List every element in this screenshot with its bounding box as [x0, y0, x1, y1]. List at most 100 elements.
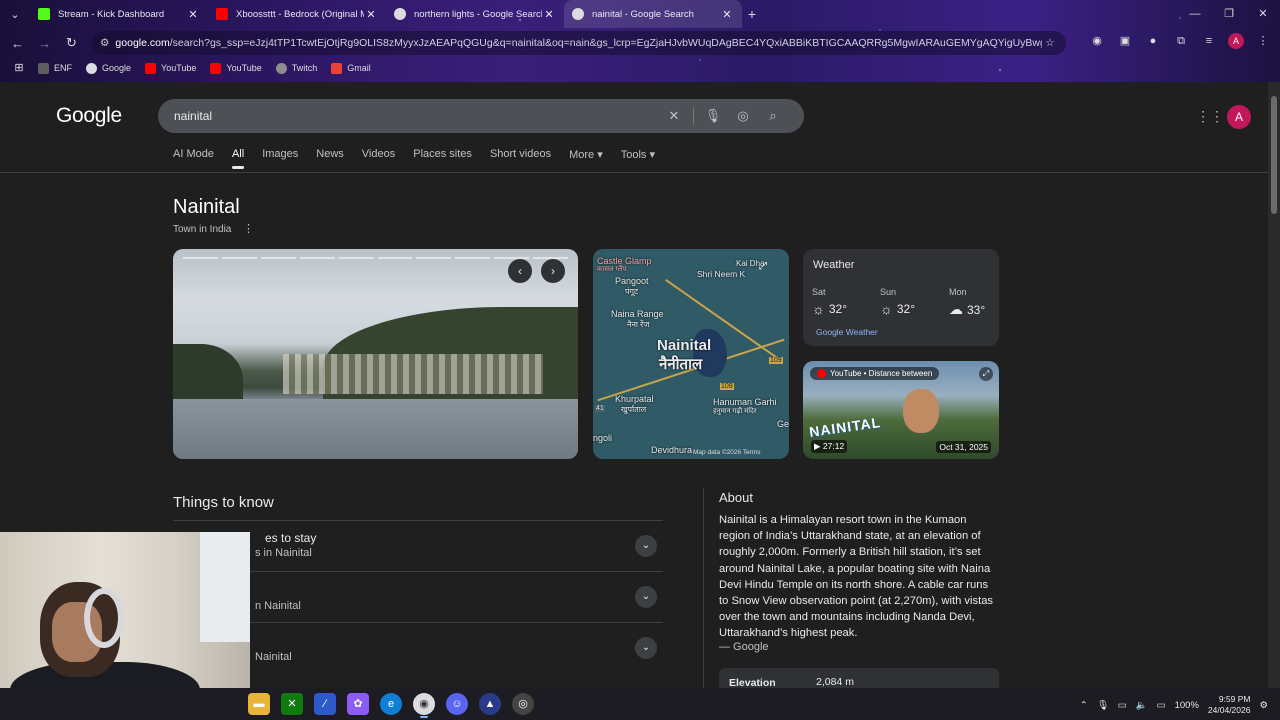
more-options-icon[interactable]: ⋮ [243, 222, 254, 235]
page-scrollbar[interactable] [1268, 82, 1280, 688]
battery-icon[interactable]: ▭ [1157, 700, 1166, 711]
chevron-up-icon[interactable]: ⌃ [1080, 700, 1088, 711]
youtube-video-card[interactable]: YouTube • Distance between ⤢ NAINITAL ▶ … [803, 361, 999, 459]
volume-icon[interactable]: 🔈 [1136, 700, 1148, 711]
maximize-icon[interactable]: ❐ [1212, 0, 1246, 28]
map-label: Khurpatal [615, 394, 654, 404]
menu-kebab-icon[interactable]: ⋮ [1254, 32, 1272, 50]
account-avatar[interactable]: A [1227, 105, 1251, 129]
road-shield: 41 [595, 405, 605, 412]
chevron-down-icon[interactable]: ⌄ [635, 535, 657, 557]
bookmark-gmail[interactable]: Gmail [331, 62, 371, 74]
clear-icon[interactable]: ✕ [659, 108, 689, 124]
edge-icon[interactable]: e [380, 693, 402, 715]
new-tab-icon[interactable]: + [742, 6, 762, 22]
chevron-down-icon[interactable]: ⌄ [635, 637, 657, 659]
filter-all[interactable]: All [231, 148, 245, 169]
filter-short-videos[interactable]: Short videos [490, 148, 551, 169]
lens-icon[interactable]: ◎ [728, 108, 758, 124]
weather-card[interactable]: Weather Sat ☼ 32° Sun ☼ 32° Mon ☁ 33° Googl… [803, 249, 999, 346]
carousel-next-button[interactable]: › [541, 259, 565, 283]
chevron-down-icon[interactable]: ⌄ [635, 586, 657, 608]
tab-search-icon[interactable]: ⌄ [0, 8, 30, 21]
minimize-icon[interactable]: — [1178, 0, 1212, 28]
weather-day: Mon ☁ 33° [949, 287, 1009, 318]
close-tab-icon[interactable]: ✕ [542, 8, 556, 21]
clock-time: 9:59 PM [1218, 694, 1251, 704]
microphone-icon[interactable]: 🎙 [698, 108, 728, 124]
road-shield: 109 [769, 357, 783, 364]
xbox-icon[interactable]: ✕ [281, 693, 303, 715]
notifications-icon[interactable]: ⚙ [1259, 700, 1268, 711]
chrome-icon[interactable]: ◉ [413, 693, 435, 718]
site-info-icon[interactable]: ⚙ [100, 37, 109, 49]
tab-youtube[interactable]: Xboossttt - Bedrock (Original M ✕ [208, 0, 386, 28]
weather-source-link[interactable]: Google Weather [816, 327, 878, 337]
filter-tools[interactable]: Tools ▾ [621, 148, 655, 169]
filter-images[interactable]: Images [262, 148, 298, 169]
search-icon[interactable]: ⌕ [758, 108, 788, 124]
clock-date: 24/04/2026 [1207, 705, 1251, 715]
forward-icon[interactable]: → [31, 36, 58, 51]
filter-more[interactable]: More ▾ [569, 148, 603, 169]
read-aloud-icon[interactable]: ◉ [1088, 32, 1106, 50]
bookmark-youtube[interactable]: YouTube [145, 62, 196, 74]
microphone-icon[interactable]: 🎙 [1097, 700, 1109, 711]
map-label: Devidhura [651, 445, 693, 455]
extension-icon[interactable]: ● [1144, 32, 1162, 50]
expand-map-icon[interactable]: ⤢ [759, 261, 773, 275]
list-item-subtitle: n Nainital [255, 600, 301, 612]
clock[interactable]: 9:59 PM 24/04/2026 [1208, 694, 1251, 716]
search-box[interactable]: nainital ✕ 🎙 ◎ ⌕ [158, 99, 804, 133]
back-icon[interactable]: ← [4, 36, 31, 51]
tab-kick-dashboard[interactable]: Stream - Kick Dashboard ✕ [30, 0, 208, 28]
map-attribution[interactable]: Map data ©2026 Terms [693, 449, 761, 456]
list-item-subtitle: s in Nainital [255, 547, 312, 559]
profile-avatar[interactable]: A [1228, 33, 1244, 49]
filter-videos[interactable]: Videos [362, 148, 395, 169]
scrollbar-thumb[interactable] [1271, 96, 1277, 214]
window-controls: — ❐ ✕ [1178, 0, 1280, 28]
filter-news[interactable]: News [316, 148, 344, 169]
carousel-prev-button[interactable]: ‹ [508, 259, 532, 283]
file-explorer-icon[interactable]: ▬ [248, 693, 270, 715]
search-input[interactable]: nainital [174, 109, 659, 123]
bookmark-google[interactable]: Google [86, 62, 131, 74]
extensions-puzzle-icon[interactable]: ⧉ [1172, 32, 1190, 50]
google-logo[interactable]: Google [56, 104, 122, 128]
app-icon[interactable]: ▲ [479, 693, 501, 715]
bookmark-enf[interactable]: ENF [38, 62, 72, 74]
close-tab-icon[interactable]: ✕ [186, 8, 200, 21]
tab-nainital[interactable]: nainital - Google Search ✕ [564, 0, 742, 28]
map-thumbnail[interactable]: Castle Glamp कासल ग्लैंप Pangoot पंगूट S… [593, 249, 789, 459]
address-bar[interactable]: ⚙ google.com/search?gs_ssp=eJzj4tTP1Tcwt… [92, 31, 1066, 55]
discord-icon[interactable]: ☺ [446, 693, 468, 715]
tab-title: nainital - Google Search [592, 8, 694, 20]
tab-northern-lights[interactable]: northern lights - Google Search ✕ [386, 0, 564, 28]
trees-shape [173, 344, 243, 404]
apps-grid-icon[interactable]: ⊞ [10, 59, 28, 77]
copilot-icon[interactable]: ✿ [347, 693, 369, 715]
close-tab-icon[interactable]: ✕ [364, 8, 378, 21]
taskbar-apps: ▬ ✕ ∕ ✿ e ◉ ☺ ▲ ◎ [248, 693, 534, 718]
close-tab-icon[interactable]: ✕ [720, 8, 734, 21]
reload-icon[interactable]: ↻ [58, 35, 85, 51]
bookmark-label: Gmail [347, 63, 371, 73]
obs-icon[interactable]: ◎ [512, 693, 534, 715]
lake-shape [173, 399, 578, 459]
bookmark-youtube-2[interactable]: YouTube [210, 62, 262, 74]
filter-ai-mode[interactable]: AI Mode [173, 148, 214, 169]
network-icon[interactable]: ▭ [1118, 700, 1127, 711]
url-text: google.com/search?gs_ssp=eJzj4tTP1TcwtEj… [115, 37, 1042, 49]
map-label: नैना रेंज [627, 320, 650, 329]
bookmark-twitch[interactable]: Twitch [275, 62, 317, 74]
bookmark-star-icon[interactable]: ☆ [1042, 37, 1058, 49]
close-window-icon[interactable]: ✕ [1246, 0, 1280, 28]
filter-places-sites[interactable]: Places sites [413, 148, 472, 169]
extension-icon[interactable]: ▣ [1116, 32, 1134, 50]
weather-day: Sat ☼ 32° [812, 287, 872, 317]
media-controls-icon[interactable]: ≡ [1200, 32, 1218, 50]
visual-studio-icon[interactable]: ∕ [314, 693, 336, 715]
open-external-icon[interactable]: ⤢ [979, 367, 993, 381]
map-label: Pangoot [615, 276, 649, 286]
